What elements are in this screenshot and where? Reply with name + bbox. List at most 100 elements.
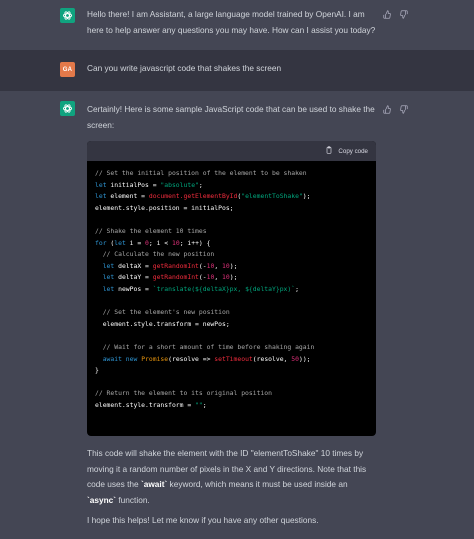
thumbs-down-icon[interactable]	[398, 104, 408, 114]
code-token-plain: deltaX =	[118, 261, 153, 270]
user-message: GA Can you write javascript code that sh…	[0, 50, 474, 91]
code-token-function: getRandomInt	[152, 261, 199, 270]
copy-code-button[interactable]: Copy code	[325, 146, 368, 156]
code-line: element.style.transform = "";	[95, 400, 368, 412]
code-token-plain: (-	[198, 261, 207, 270]
explanation-segment: function.	[116, 494, 150, 505]
code-line: }	[95, 365, 368, 377]
code-token-plain: );	[302, 192, 311, 201]
code-token-string: ""	[195, 400, 203, 409]
explanation-segment: keyword, which means it must be used ins…	[167, 479, 348, 489]
code-token-plain: deltaY =	[118, 273, 153, 282]
code-token-plain: ; i++) {	[179, 238, 211, 247]
code-line: // Set the initial position of the eleme…	[95, 168, 368, 180]
code-line: await new Promise(resolve => setTimeout(…	[95, 354, 368, 366]
code-token-plain: ,	[214, 273, 223, 282]
code-line: let newPos = `translate(${deltaX}px, ${d…	[95, 284, 368, 296]
reply-intro-text: Certainly! Here is some sample JavaScrip…	[87, 104, 375, 130]
code-line: let element = document.getElementById("e…	[95, 191, 368, 203]
code-token-number: 10	[171, 238, 180, 247]
copy-code-label: Copy code	[338, 147, 368, 155]
openai-logo-icon	[60, 101, 75, 116]
code-token-keyword: await new	[102, 354, 142, 363]
code-token-string: "elementToShake"	[241, 192, 303, 201]
code-line: // Calculate the new position	[95, 249, 368, 261]
code-token-plain: ; i <	[148, 238, 172, 247]
code-token-keyword: let	[95, 180, 111, 189]
code-line: // Set the element's new position	[95, 307, 368, 319]
code-token-plain: element.style.transform = newPos;	[95, 319, 230, 328]
user-message-text: Can you write javascript code that shake…	[87, 63, 282, 73]
code-token-keyword: for	[95, 238, 111, 247]
code-token-comment: // Wait for a short amount of time befor…	[102, 342, 315, 351]
code-line: // Shake the element 10 times	[95, 226, 368, 238]
code-token-plain: }	[95, 366, 99, 375]
code-token-string: "absolute"	[160, 180, 199, 189]
code-token-comment: // Set the element's new position	[102, 308, 230, 317]
assistant-message-greeting: Hello there! I am Assistant, a large lan…	[0, 0, 474, 50]
code-block: Copy code // Set the initial position of…	[87, 141, 376, 436]
code-token-function: document.getElementById	[148, 192, 238, 201]
thumbs-up-icon[interactable]	[382, 104, 392, 114]
code-token-plain: ,	[214, 261, 223, 270]
code-body: // Set the initial position of the eleme…	[87, 161, 376, 411]
code-token-plain: (resolve =>	[168, 354, 215, 363]
code-token-comment: // Shake the element 10 times	[95, 226, 207, 235]
code-line: // Return the element to its original po…	[95, 388, 368, 400]
code-line: element.style.transform = newPos;	[95, 319, 368, 331]
code-token-function: getRandomInt	[152, 273, 199, 282]
code-block-header: Copy code	[87, 141, 376, 161]
thumbs-up-icon[interactable]	[382, 9, 392, 19]
code-line: let deltaX = getRandomInt(-10, 10);	[95, 261, 368, 273]
code-token-plain: element.style.position = initialPos;	[95, 203, 234, 212]
code-token-plain: i =	[129, 238, 146, 247]
code-token-string: `translate(${deltaX}px, ${deltaY}px)`	[152, 284, 296, 293]
code-token-plain: ;	[202, 400, 207, 409]
code-token-keyword: let	[102, 273, 119, 282]
clipboard-icon	[325, 146, 333, 156]
code-token-class: Promise	[141, 354, 169, 363]
feedback-actions	[382, 104, 408, 114]
code-token-plain: );	[229, 261, 238, 270]
code-token-plain: (resolve,	[252, 354, 292, 363]
code-token-number: 50	[291, 354, 299, 363]
code-token-keyword: let	[102, 284, 119, 293]
greeting-text: Hello there! I am Assistant, a large lan…	[87, 9, 376, 35]
closing-text: I hope this helps! Let me know if you ha…	[87, 515, 319, 525]
code-token-number: 10	[222, 273, 230, 282]
code-token-plain: );	[229, 273, 238, 282]
inline-code: `await`	[140, 479, 168, 489]
code-token-plain: element =	[110, 192, 149, 201]
code-token-plain: element.style.transform =	[95, 400, 196, 409]
code-token-comment: // Set the initial position of the eleme…	[95, 169, 307, 177]
code-line: // Wait for a short amount of time befor…	[95, 342, 368, 354]
feedback-actions	[382, 9, 408, 19]
code-token-plain: ;	[198, 180, 203, 189]
code-line: element.style.position = initialPos;	[95, 203, 368, 215]
openai-logo-icon	[60, 8, 75, 23]
code-token-plain: ));	[298, 354, 311, 363]
code-token-plain: (-	[198, 273, 207, 282]
code-token-keyword: let	[95, 192, 111, 201]
code-token-plain: ;	[295, 284, 299, 293]
user-avatar: GA	[60, 62, 75, 77]
code-token-plain: initialPos =	[110, 180, 161, 189]
code-line: let deltaY = getRandomInt(-10, 10);	[95, 272, 368, 284]
code-token-comment: // Calculate the new position	[102, 250, 215, 259]
thumbs-down-icon[interactable]	[398, 9, 408, 19]
code-token-comment: // Return the element to its original po…	[95, 389, 272, 398]
code-token-plain: newPos =	[118, 284, 153, 293]
inline-code: `async`	[87, 494, 117, 505]
code-token-keyword: let	[114, 238, 130, 247]
